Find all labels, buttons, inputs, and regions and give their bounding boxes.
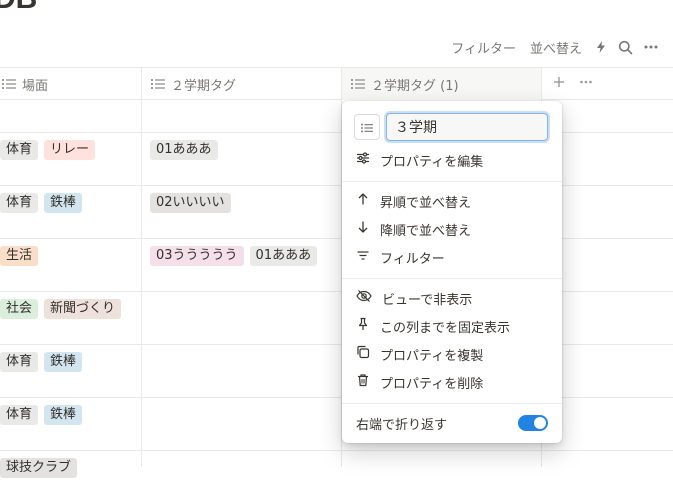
menu-item-label: 昇順で並べ替え <box>380 195 472 211</box>
table-header: 場面 ２学期タグ ２学期タグ (1) <box>0 67 673 100</box>
trash-icon <box>356 373 370 391</box>
column-header-actions <box>542 68 673 100</box>
column-header-label: ２学期タグ (1) <box>371 78 459 94</box>
property-type-button[interactable] <box>354 114 380 140</box>
sort-descending-item[interactable]: 降順で並べ替え <box>350 216 554 242</box>
menu-item-label: フィルター <box>380 251 445 267</box>
scene-tag: 鉄棒 <box>44 352 83 372</box>
column-header-term2[interactable]: ２学期タグ <box>142 68 342 100</box>
scene-tag: 鉄棒 <box>44 193 83 213</box>
toggle-knob <box>534 417 546 429</box>
term2-tag: 01あああ <box>150 140 218 160</box>
arrow-down-icon <box>356 220 370 238</box>
sort-button[interactable]: 並べ替え <box>528 38 584 57</box>
arrow-up-icon <box>356 192 370 210</box>
table-row[interactable]: 体育 鉄棒 <box>0 345 673 398</box>
menu-item-label: プロパティを削除 <box>380 376 484 392</box>
table-row[interactable]: 球技クラブ <box>0 451 673 504</box>
duplicate-property-item[interactable]: プロパティを複製 <box>350 341 554 367</box>
add-column-icon[interactable] <box>553 76 565 92</box>
list-property-icon <box>361 118 373 137</box>
view-toolbar: フィルター 並べ替え <box>449 36 659 58</box>
wrap-toggle[interactable] <box>518 415 548 431</box>
term2-tag: 03ううううう <box>150 246 244 266</box>
duplicate-icon <box>356 345 370 363</box>
menu-item-label: この列までを固定表示 <box>380 320 511 336</box>
more-icon[interactable] <box>643 40 659 54</box>
filter-icon <box>356 248 370 266</box>
table-row[interactable] <box>0 100 673 133</box>
property-menu: プロパティを編集 昇順で並べ替え 降順で並べ替え フィルター ビューで非表示 こ… <box>342 101 562 443</box>
scene-tag: 体育 <box>0 352 39 372</box>
list-property-icon <box>151 78 165 90</box>
filter-item[interactable]: フィルター <box>350 244 554 270</box>
scene-tag: 球技クラブ <box>0 458 78 478</box>
column-header-scene[interactable]: 場面 <box>0 68 142 100</box>
column-header-label: 場面 <box>22 78 49 94</box>
column-more-icon[interactable] <box>579 76 593 92</box>
hide-in-view-item[interactable]: ビューで非表示 <box>350 285 554 311</box>
term2-tag: 01あああ <box>249 246 318 266</box>
wrap-label: 右端で折り返す <box>356 417 448 433</box>
column-header-term2-copy[interactable]: ２学期タグ (1) <box>342 68 542 100</box>
freeze-column-item[interactable]: この列までを固定表示 <box>350 313 554 339</box>
table-row[interactable]: 体育 鉄棒 <box>0 398 673 451</box>
scene-tag: 体育 <box>0 405 39 425</box>
wrap-toggle-row[interactable]: 右端で折り返す <box>356 412 548 434</box>
scene-tag: 生活 <box>0 246 39 266</box>
scene-tag: 体育 <box>0 140 39 160</box>
menu-item-label: ビューで非表示 <box>382 292 473 308</box>
menu-item-label: プロパティを編集 <box>380 154 484 170</box>
eye-slash-icon <box>356 289 372 307</box>
sliders-icon <box>356 151 370 169</box>
edit-property-item[interactable]: プロパティを編集 <box>350 147 554 173</box>
delete-property-item[interactable]: プロパティを削除 <box>350 369 554 395</box>
table-row[interactable]: 体育 リレー 01あああ <box>0 133 673 186</box>
scene-tag: 社会 <box>0 299 39 319</box>
list-property-icon <box>2 78 16 90</box>
menu-divider <box>342 181 562 182</box>
table-row[interactable]: 体育 鉄棒 02いいいい <box>0 186 673 239</box>
scene-tag: 新聞づくり <box>44 299 122 319</box>
menu-divider <box>342 403 562 404</box>
scene-tag: 体育 <box>0 193 39 213</box>
filter-button[interactable]: フィルター <box>449 38 518 57</box>
menu-item-label: プロパティを複製 <box>380 348 484 364</box>
term2-tag: 02いいいい <box>150 193 231 213</box>
table-row[interactable]: 社会 新聞づくり <box>0 292 673 345</box>
column-header-label: ２学期タグ <box>171 78 237 94</box>
table-row[interactable]: 生活 03ううううう 01あああ <box>0 239 673 292</box>
page-title: DB <box>0 0 37 16</box>
menu-divider <box>342 278 562 279</box>
list-property-icon <box>351 78 365 90</box>
menu-item-label: 降順で並べ替え <box>380 223 472 239</box>
scene-tag: 鉄棒 <box>44 405 83 425</box>
scene-tag: リレー <box>44 140 96 160</box>
search-icon[interactable] <box>618 40 633 55</box>
sort-ascending-item[interactable]: 昇順で並べ替え <box>350 188 554 214</box>
lightning-icon[interactable] <box>594 40 608 54</box>
property-name-input[interactable] <box>386 113 548 141</box>
pin-icon <box>356 317 370 335</box>
